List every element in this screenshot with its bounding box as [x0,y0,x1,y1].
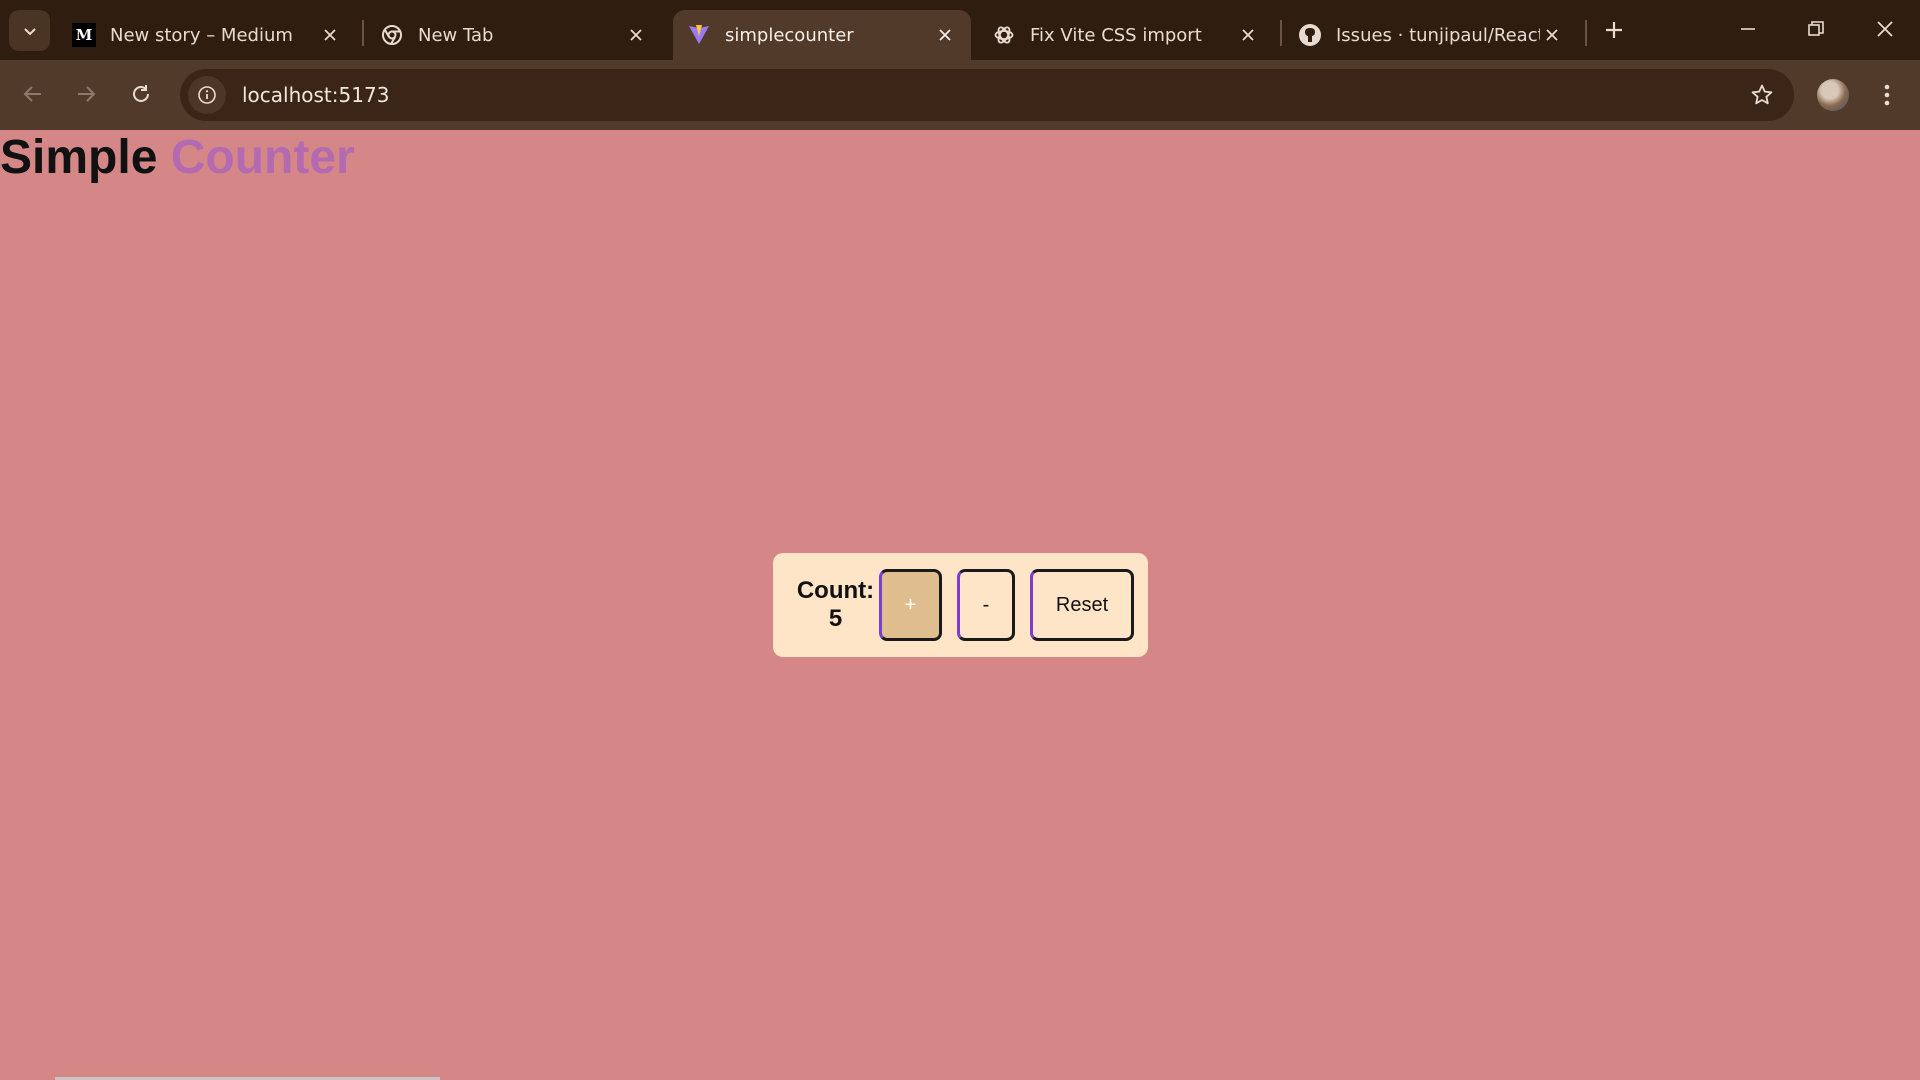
tab-title: New Tab [418,24,494,46]
tab-title: New story – Medium [110,24,293,46]
tab-title: Issues · tunjipaul/React [1336,24,1540,46]
reload-icon [133,85,149,102]
vite-logo-icon [687,23,711,47]
page-title: Simple Counter [0,130,355,186]
arrow-right-icon [78,86,96,102]
plus-icon [1606,22,1622,38]
reload-button[interactable] [125,78,157,110]
count-value: 5 [828,605,843,632]
close-icon [1877,21,1893,37]
more-vertical-icon [1884,84,1890,106]
browser-toolbar: localhost:5173 [0,60,1920,130]
restore-icon [1808,21,1824,36]
tab-title: simplecounter [725,24,854,46]
arrow-left-icon [23,86,41,102]
site-info-button[interactable] [188,76,226,114]
title-word-simple: Simple [0,131,158,184]
close-icon[interactable] [1236,23,1260,47]
close-icon[interactable] [318,23,342,47]
chrome-logo-icon [380,23,404,47]
minimize-button[interactable] [1733,14,1763,44]
profile-avatar[interactable] [1817,79,1849,111]
star-icon [1751,84,1773,105]
tab-search-button[interactable] [9,10,50,51]
info-icon [198,86,216,104]
tab-medium[interactable]: M New story – Medium [58,10,356,60]
tab-new-tab[interactable]: New Tab [366,10,662,60]
browser-menu-button[interactable] [1872,78,1902,112]
url-text[interactable]: localhost:5173 [242,83,389,107]
chatgpt-logo-icon [992,23,1016,47]
reset-button[interactable]: Reset [1030,569,1134,641]
tab-github-issues[interactable]: Issues · tunjipaul/React [1284,10,1578,60]
decrement-button[interactable]: - [957,569,1015,641]
address-bar[interactable]: localhost:5173 [180,69,1794,121]
increment-button[interactable]: + [879,569,942,641]
tab-separator [362,20,364,46]
tab-title: Fix Vite CSS import [1030,24,1202,46]
close-icon[interactable] [1540,23,1564,47]
github-logo-icon [1298,23,1322,47]
page-content: Simple Counter Count: 5 + - Reset [0,130,1920,1080]
close-icon[interactable] [624,23,648,47]
counter-card: Count: 5 + - Reset [773,553,1148,657]
restore-button[interactable] [1801,14,1831,44]
close-icon[interactable] [933,23,957,47]
minimize-icon [1741,28,1755,30]
back-button[interactable] [17,78,49,110]
tab-simplecounter[interactable]: simplecounter [673,10,971,60]
forward-button[interactable] [70,78,102,110]
bookmark-star-button[interactable] [1748,81,1776,109]
count-label: Count: [796,577,875,604]
medium-logo-icon: M [72,23,96,47]
tab-strip: M New story – Medium New Tab simplecount… [0,0,1920,60]
chevron-down-icon [23,27,36,35]
title-word-counter: Counter [170,131,355,184]
count-display: Count: 5 [783,577,888,633]
new-tab-button[interactable] [1600,16,1628,44]
tab-separator [1585,20,1587,46]
tab-fix-vite[interactable]: Fix Vite CSS import [978,10,1274,60]
close-window-button[interactable] [1870,14,1900,44]
tab-separator [1280,20,1282,46]
